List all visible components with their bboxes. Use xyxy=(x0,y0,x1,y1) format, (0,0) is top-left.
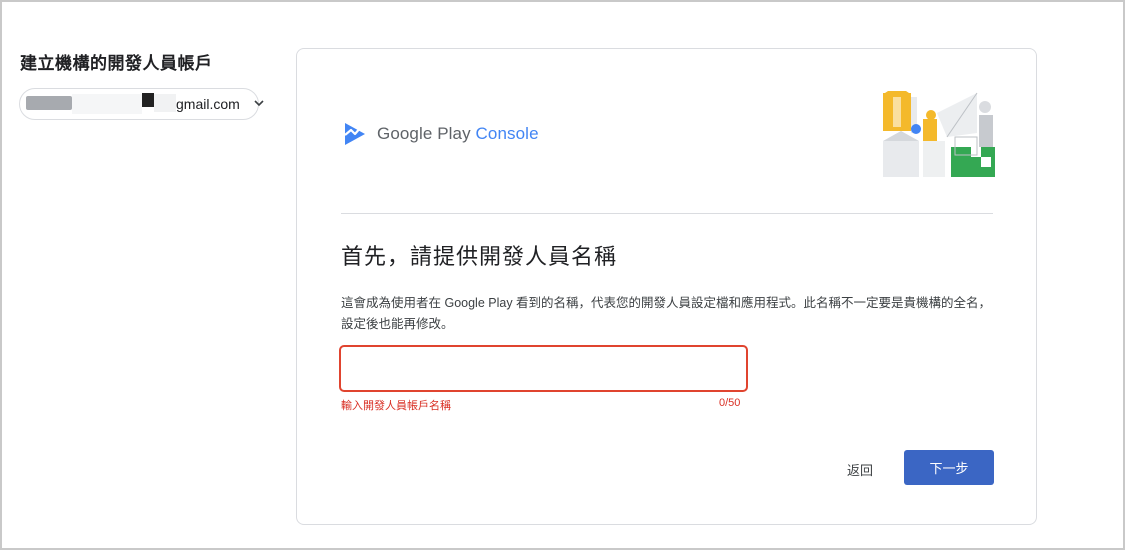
account-selector[interactable]: gmail.com xyxy=(19,88,264,120)
section-divider xyxy=(341,213,993,214)
developer-name-input[interactable] xyxy=(339,345,748,392)
redacted-email-mark xyxy=(142,93,154,107)
redacted-email-part xyxy=(72,94,142,114)
developer-illustration xyxy=(883,91,995,177)
redacted-email-part-2 xyxy=(154,94,176,112)
chevron-down-icon xyxy=(254,100,264,107)
developer-name-helper: 輸入開發人員帳戶名稱 xyxy=(341,400,451,412)
redacted-avatar xyxy=(26,96,72,110)
character-counter: 0/50 xyxy=(719,397,741,409)
account-email: gmail.com xyxy=(176,96,240,112)
step-heading: 首先，請提供開發人員名稱 xyxy=(341,244,618,269)
play-console-logo-icon xyxy=(344,123,365,145)
play-console-logo: Google Play Console xyxy=(343,121,539,147)
logo-product-text: Console xyxy=(475,124,539,143)
page-title: 建立機構的開發人員帳戶 xyxy=(20,54,213,73)
step-description: 這會成為使用者在 Google Play 看到的名稱，代表您的開發人員設定檔和應… xyxy=(341,296,992,331)
next-button[interactable]: 下一步 xyxy=(904,450,994,485)
back-button[interactable]: 返回 xyxy=(847,458,873,481)
setup-card: Google Play Console 首先，請提供開發人員名稱 這會成為使用者… xyxy=(296,48,1037,525)
logo-brand-text: Google Play xyxy=(377,124,471,143)
